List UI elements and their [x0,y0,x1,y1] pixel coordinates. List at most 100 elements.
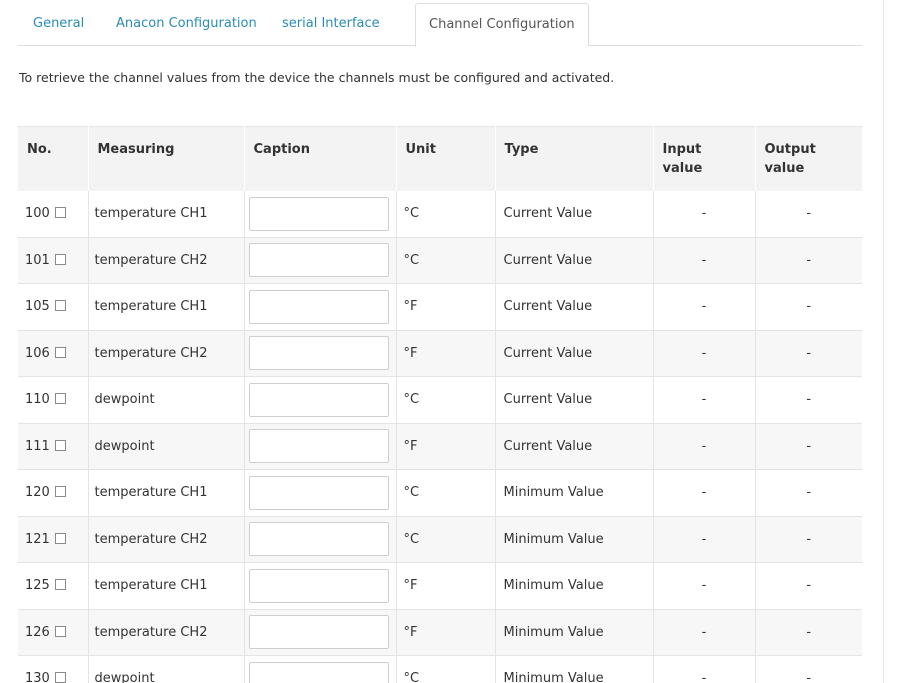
unit-cell: °F [396,283,496,330]
right-divider [883,0,884,683]
intro-text: To retrieve the channel values from the … [19,70,615,85]
channel-no-cell: 126 [18,609,89,656]
activate-checkbox[interactable] [54,625,66,637]
output-value-cell: - [806,392,812,408]
table-row: 110 dewpoint °C Current Value - - [18,376,862,423]
measuring-cell: dewpoint [88,423,245,470]
type-cell: Current Value [495,190,654,237]
header-input-value: Input value [653,126,756,191]
channel-no: 130 [25,671,50,683]
activate-checkbox[interactable] [54,300,66,312]
channel-no: 106 [25,345,50,361]
channel-no-cell: 111 [18,423,89,470]
caption-input[interactable] [248,522,389,557]
table-row: 105 temperature CH1 °F Current Value - - [18,283,862,330]
caption-cell [244,376,397,423]
input-value-cell: - [653,283,756,330]
measuring-cell: dewpoint [88,376,245,423]
table-row: 120 temperature CH1 °C Minimum Value - - [18,469,862,516]
channel-no: 100 [25,206,50,221]
activate-checkbox[interactable] [54,486,66,498]
channel-no: 120 [25,485,50,501]
unit-cell: °C [396,190,496,237]
header-output-value-label: Output value [764,142,816,176]
output-value-cell: - [806,578,812,594]
channel-no-cell: 106 [18,330,89,377]
unit-cell: °F [396,562,496,609]
type-cell: Current Value [495,283,654,330]
channel-no: 121 [25,531,50,547]
header-unit: Unit [396,126,496,191]
caption-cell [244,609,397,656]
caption-input[interactable] [248,568,389,603]
type-cell: Minimum Value [495,516,654,563]
channel-no: 125 [25,578,50,594]
channel-no-cell: 110 [18,376,89,423]
input-value-cell: - [653,237,756,284]
input-value-cell: - [653,423,756,470]
channel-no: 105 [25,299,50,315]
caption-input[interactable] [248,429,389,464]
caption-cell [244,237,397,284]
channel-no: 110 [25,392,50,408]
channel-no-cell: 120 [18,469,89,516]
caption-input[interactable] [248,289,389,324]
type-cell: Current Value [495,376,654,423]
activate-checkbox[interactable] [54,532,66,544]
input-value-cell: - [653,469,756,516]
table-row: 126 temperature CH2 °F Minimum Value - - [18,609,862,656]
unit-cell: °C [396,655,496,683]
header-measuring: Measuring [88,126,245,191]
caption-input[interactable] [248,336,389,371]
table-row: 111 dewpoint °F Current Value - - [18,423,862,470]
caption-input[interactable] [248,196,389,231]
input-value-cell: - [653,609,756,656]
output-value-cell: - [806,671,812,683]
caption-input[interactable] [248,661,389,683]
caption-cell [244,283,397,330]
table-header-row: No. Measuring Caption Unit Type Input va… [18,126,862,191]
caption-input[interactable] [248,475,389,510]
caption-cell [244,190,397,237]
caption-cell [244,655,397,683]
tab-serial-interface[interactable]: serial Interface [282,3,380,46]
activate-checkbox[interactable] [54,439,66,451]
output-value-cell: - [755,330,862,377]
unit-cell: °C [396,469,496,516]
channel-no-cell: 105 [18,283,89,330]
input-value-cell: - [653,655,756,683]
channel-table: No. Measuring Caption Unit Type Input va… [18,126,862,683]
measuring-cell: dewpoint [88,655,245,683]
unit-cell: °F [396,330,496,377]
activate-checkbox[interactable] [54,207,66,218]
output-value-cell: - [755,237,862,284]
output-value-cell: - [755,423,862,470]
tab-anacon-configuration[interactable]: Anacon Configuration [116,3,257,46]
header-no: No. [18,126,89,191]
type-cell: Current Value [495,423,654,470]
type-cell: Minimum Value [495,655,654,683]
output-value-cell: - [755,609,862,656]
tab-channel-configuration[interactable]: Channel Configuration [415,3,589,47]
caption-input[interactable] [248,382,389,417]
header-caption: Caption [244,126,397,191]
measuring-cell: temperature CH1 [88,469,245,516]
activate-checkbox[interactable] [54,346,66,358]
output-value-cell: - [806,485,812,501]
measuring-cell: temperature CH2 [88,516,245,563]
input-value-cell: - [653,516,756,563]
caption-input[interactable] [248,243,389,278]
unit-cell: °C [396,237,496,284]
measuring-cell: temperature CH2 [88,330,245,377]
type-cell: Minimum Value [495,562,654,609]
activate-checkbox[interactable] [54,672,66,683]
activate-checkbox[interactable] [54,253,66,265]
activate-checkbox[interactable] [54,579,66,591]
type-cell: Current Value [495,237,654,284]
activate-checkbox[interactable] [54,393,66,405]
measuring-cell: temperature CH2 [88,237,245,284]
caption-cell [244,562,397,609]
tab-general[interactable]: General [33,3,84,46]
channel-no-cell: 121 [18,516,89,563]
caption-input[interactable] [248,615,389,650]
